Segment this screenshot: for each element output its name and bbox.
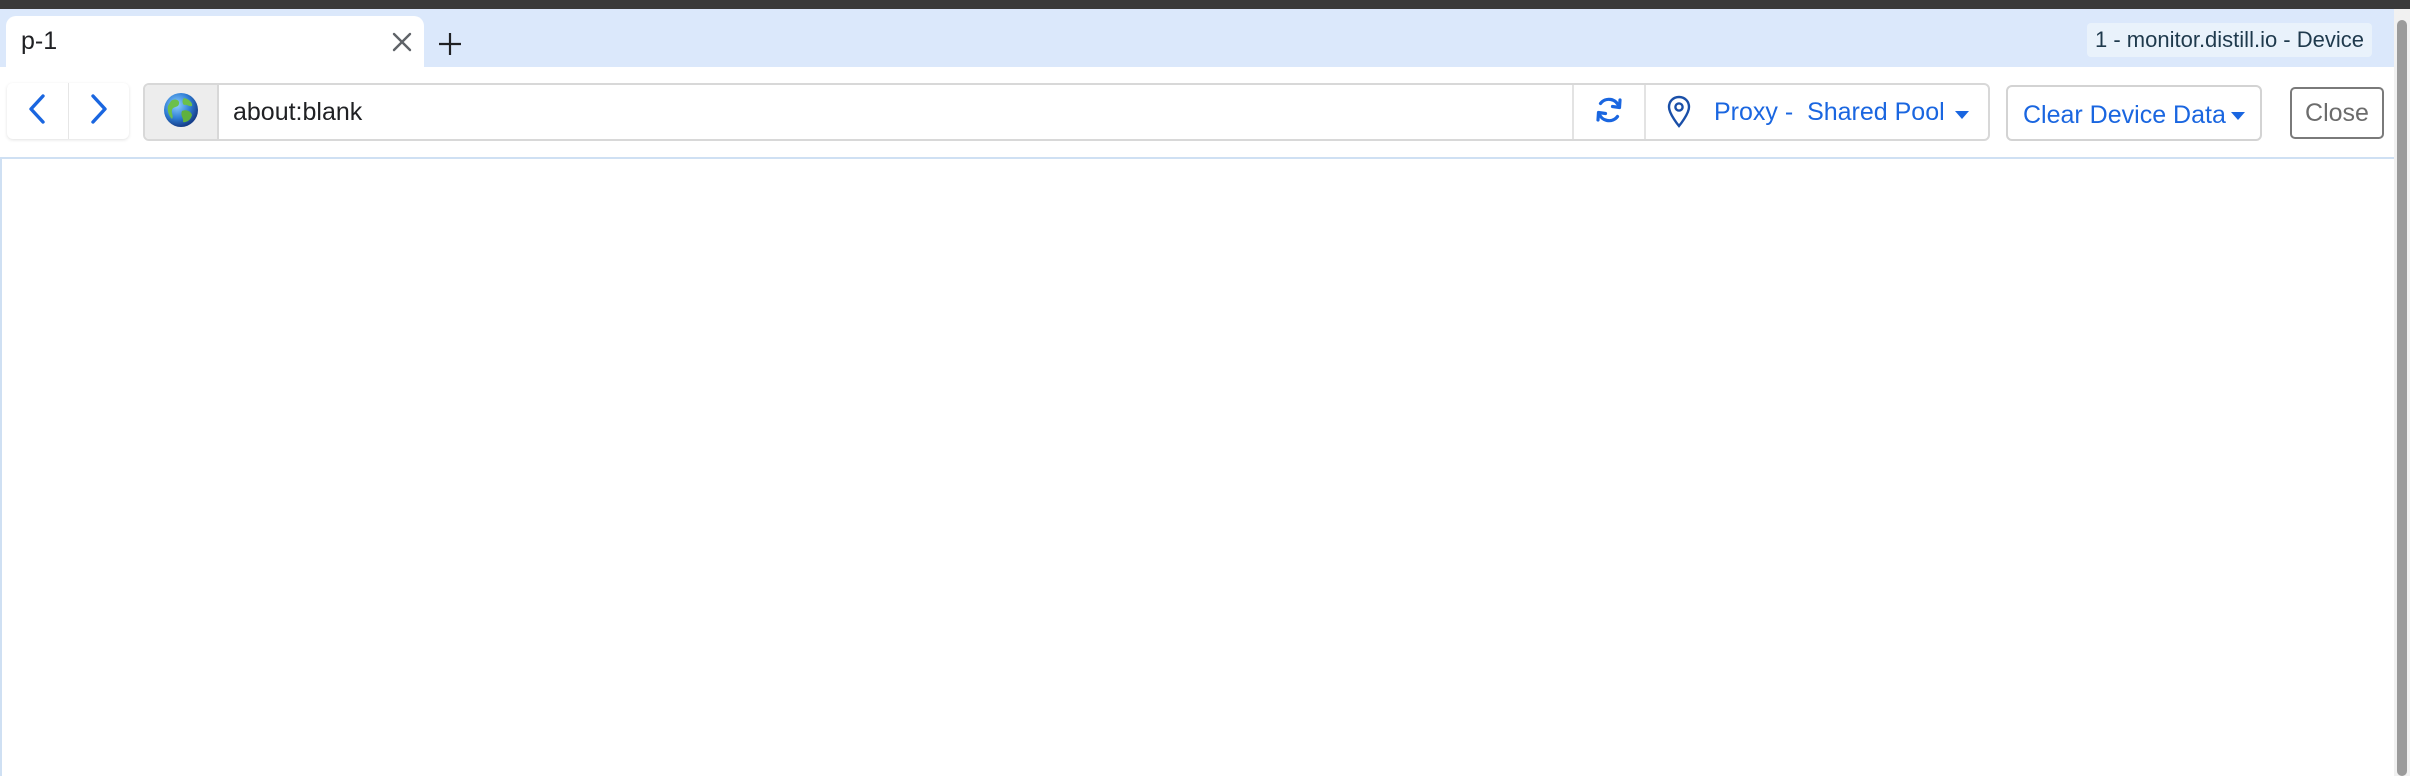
caret-down-icon [1954,107,1970,125]
forward-button[interactable] [67,83,130,139]
toolbar: Proxy - Shared Pool Clear Device Data Cl… [0,67,2394,157]
chevron-left-icon [27,93,47,130]
close-tab-icon[interactable] [386,26,418,58]
clear-device-data-button[interactable]: Clear Device Data [2006,85,2262,141]
site-info-button[interactable] [145,85,219,139]
back-button[interactable] [7,83,68,139]
close-button[interactable]: Close [2290,87,2384,139]
tab-title: p-1 [21,27,58,55]
reload-button[interactable] [1572,85,1644,139]
title-bar [0,0,2410,9]
address-bar: Proxy - Shared Pool [143,83,1990,141]
refresh-icon [1593,94,1625,131]
proxy-selector[interactable]: Proxy - Shared Pool [1644,85,1988,139]
tab-strip: p-1 1 - monitor.distill.io - Device [0,9,2394,67]
scrollbar-thumb[interactable] [2397,20,2407,776]
url-input[interactable] [219,85,1572,139]
chevron-right-icon [89,93,109,130]
clear-device-data-label: Clear Device Data [2023,101,2226,129]
tab-p-1[interactable]: p-1 [6,16,424,67]
window-title: 1 - monitor.distill.io - Device [2087,23,2372,57]
navigation-buttons [7,83,129,139]
page-viewport[interactable] [0,157,2394,776]
map-pin-icon [1666,95,1692,134]
proxy-label: Proxy - Shared Pool [1714,98,1945,126]
device-browser-window: p-1 1 - monitor.distill.io - Device abou… [0,0,2410,776]
caret-down-icon [2230,108,2246,126]
new-tab-icon[interactable] [433,27,467,61]
globe-icon [162,91,200,134]
